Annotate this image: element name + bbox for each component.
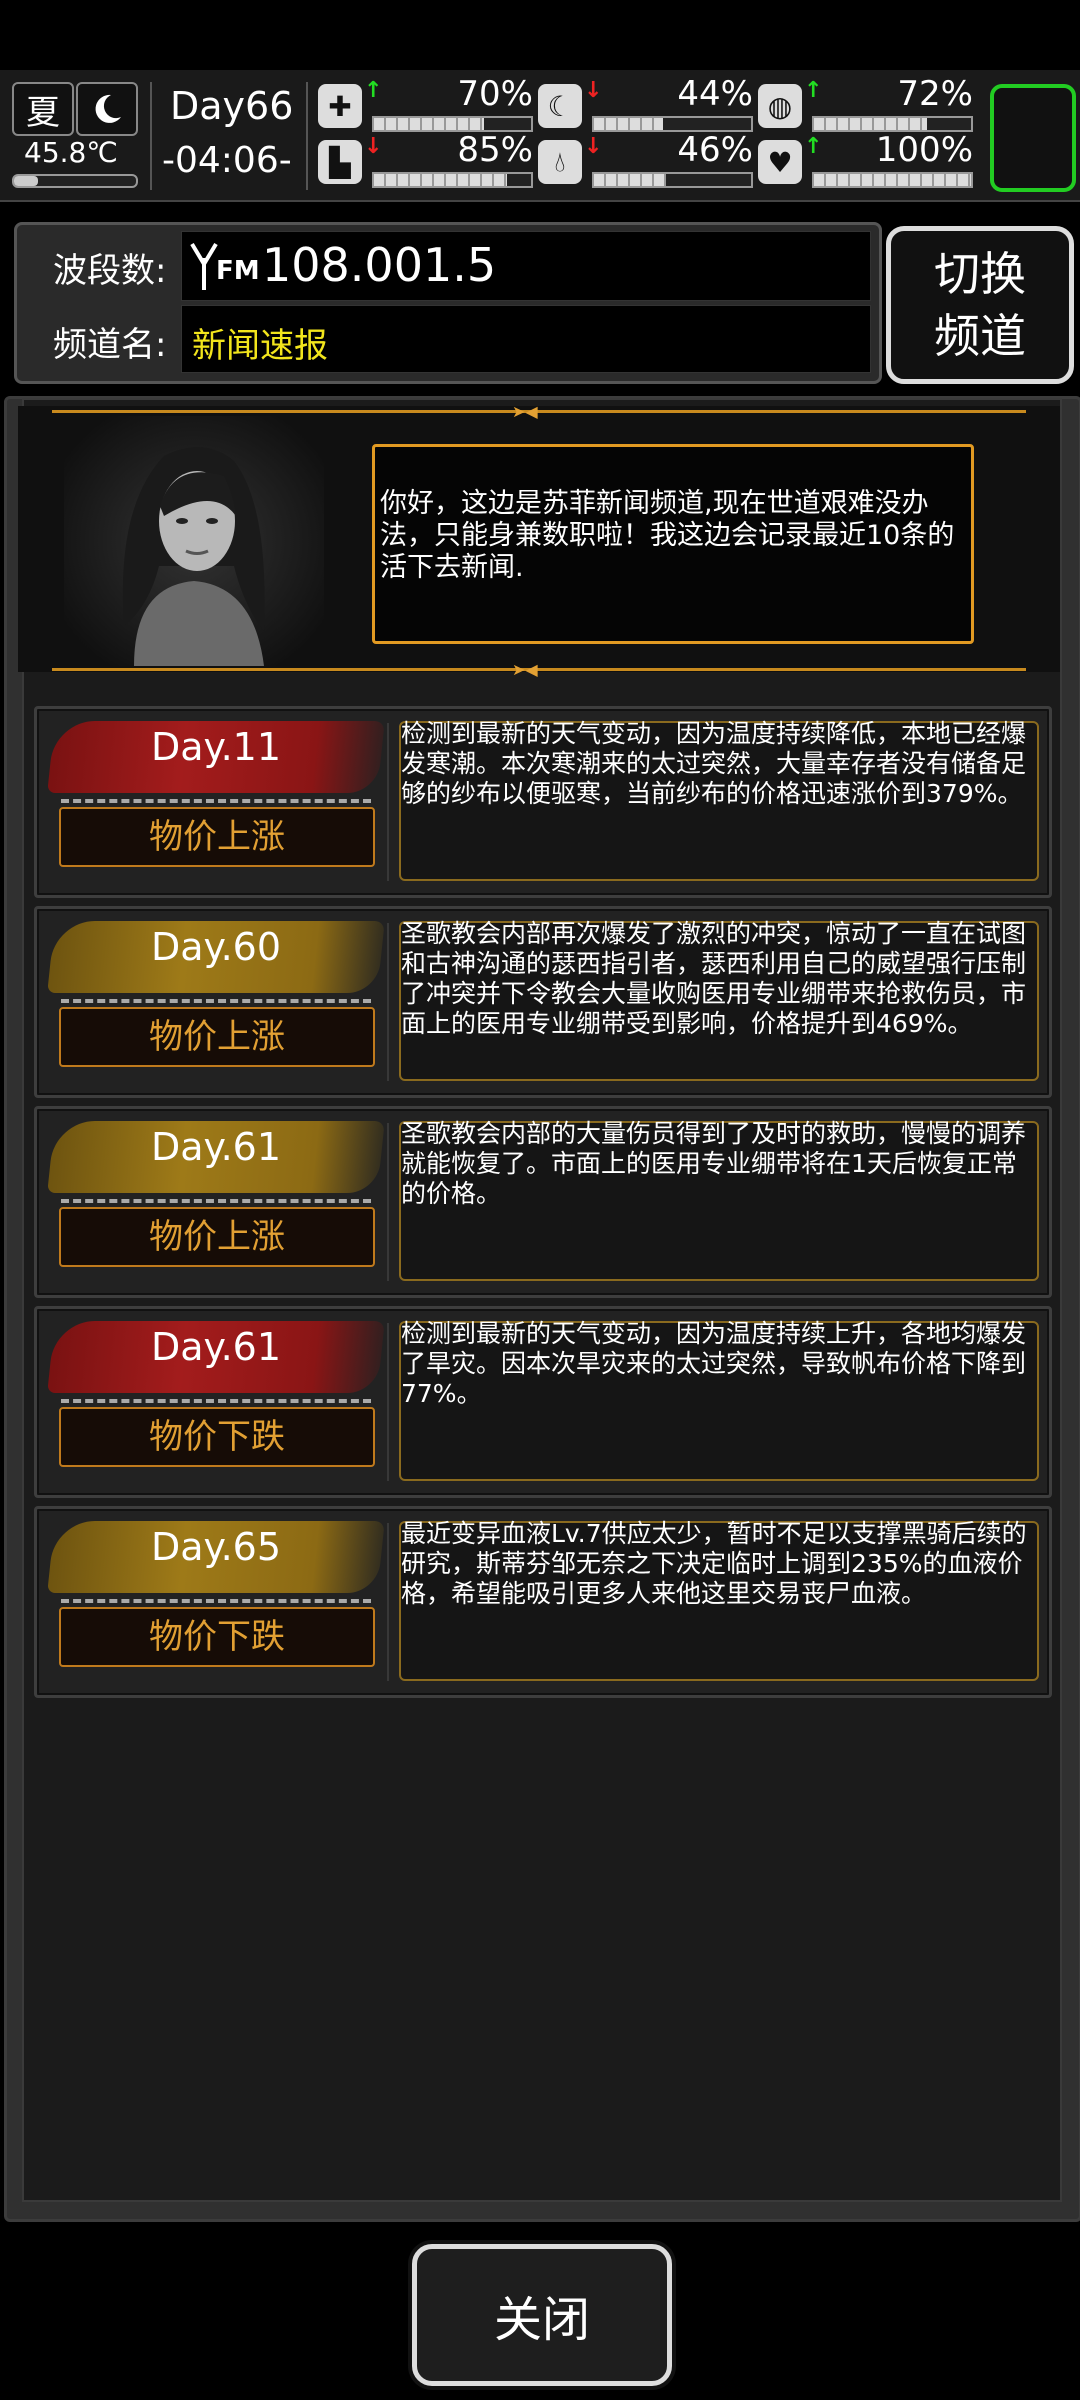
divider <box>150 82 152 190</box>
clock: -04:06- <box>162 140 292 181</box>
fm-label: FM <box>216 256 260 286</box>
ornament-arrows: ➤◀ <box>512 660 538 679</box>
trend-down-icon: ↓ <box>584 78 603 103</box>
divider <box>387 1523 389 1681</box>
divider <box>61 999 371 1003</box>
news-card: Day.65 物价下跌 最近变异血液Lv.7供应太少，暂时不足以支撑黑骑后续的研… <box>34 1506 1052 1698</box>
temperature: 45.8℃ <box>24 136 118 169</box>
news-text: 圣歌教会内部再次爆发了激烈的冲突，惊动了一直在试图和古神沟通的瑟西指引者，瑟西利… <box>401 919 1027 1038</box>
news-text: 圣歌教会内部的大量伤员得到了及时的救助，慢慢的调养就能恢复了。市面上的医用专业绷… <box>401 1119 1027 1208</box>
news-card: Day.11 物价上涨 检测到最新的天气变动，因为温度持续降低，本地已经爆发寒潮… <box>34 706 1052 898</box>
backpack-button[interactable] <box>990 84 1076 192</box>
season-label: 夏 <box>26 92 60 133</box>
divider <box>61 1599 371 1603</box>
thirst-stat: 💧︎ ↓ 46% <box>538 130 753 190</box>
host-intro-text: 你好，这边是苏菲新闻频道,现在世道艰难没办法，只能身兼数职啦！我这边会记录最近1… <box>380 488 955 583</box>
trend-up-icon: ↑ <box>364 78 383 103</box>
price-tag: 物价上涨 <box>59 807 375 867</box>
health-value: 70% <box>457 74 533 114</box>
price-tag: 物价上涨 <box>59 1207 375 1267</box>
health-stat: ✚ ↑ 70% <box>318 74 533 134</box>
price-tag: 物价上涨 <box>59 1007 375 1067</box>
band-label: 波段数: <box>53 251 167 291</box>
frequency-value: 108.001.5 <box>262 238 497 292</box>
divider <box>387 1323 389 1481</box>
news-text: 检测到最新的天气变动，因为温度持续上升，各地均爆发了旱灾。因本次旱灾来的太过突然… <box>401 1319 1027 1408</box>
mood-value: 100% <box>875 130 973 170</box>
news-text: 最近变异血液Lv.7供应太少，暂时不足以支撑黑骑后续的研究，斯蒂芬邹无奈之下决定… <box>401 1519 1027 1608</box>
stomach-icon: ☾ <box>538 84 582 128</box>
news-card: Day.61 物价上涨 圣歌教会内部的大量伤员得到了及时的救助，慢慢的调养就能恢… <box>34 1106 1052 1298</box>
ornament-arrows: ➤◀ <box>512 402 538 421</box>
ornament-line <box>52 410 1026 413</box>
news-card: Day.61 物价下跌 检测到最新的天气变动，因为温度持续上升，各地均爆发了旱灾… <box>34 1306 1052 1498</box>
divider <box>61 1199 371 1203</box>
heart-icon: ♥ <box>758 140 802 184</box>
spirit-stat: ◍ ↑ 72% <box>758 74 973 134</box>
close-label: 关闭 <box>493 2292 590 2348</box>
thirst-value: 46% <box>677 130 753 170</box>
channel-name: 新闻速报 <box>192 326 328 366</box>
ornament-line <box>52 668 1026 671</box>
boot-icon: ▙ <box>318 140 362 184</box>
spirit-icon: ◍ <box>758 84 802 128</box>
radio-panel: 波段数: FM 108.001.5 频道名: 新闻速报 <box>14 222 882 384</box>
switch-channel-button[interactable]: 切换 频道 <box>886 226 1074 384</box>
stamina-value: 85% <box>457 130 533 170</box>
mood-stat: ♥ ↑ 100% <box>758 130 973 190</box>
hunger-value: 44% <box>677 74 753 114</box>
channel-label: 频道名: <box>53 325 167 365</box>
price-tag: 物价下跌 <box>59 1607 375 1667</box>
switch-label-line1: 切换 <box>934 247 1026 301</box>
divider <box>61 1399 371 1403</box>
channel-field: 新闻速报 <box>181 305 871 373</box>
news-day: Day.61 <box>150 1125 282 1169</box>
switch-label-line2: 频道 <box>934 309 1026 363</box>
trend-down-icon: ↓ <box>584 134 603 159</box>
moon-icon <box>76 82 138 136</box>
host-portrait <box>64 416 324 666</box>
divider <box>387 723 389 881</box>
spirit-value: 72% <box>897 74 973 114</box>
price-tag: 物价下跌 <box>59 1407 375 1467</box>
news-card: Day.60 物价上涨 圣歌教会内部再次爆发了激烈的冲突，惊动了一直在试图和古神… <box>34 906 1052 1098</box>
temperature-bar <box>12 174 138 188</box>
divider <box>387 1123 389 1281</box>
trend-up-icon: ↑ <box>804 78 823 103</box>
hunger-stat: ☾ ↓ 44% <box>538 74 753 134</box>
medkit-icon: ✚ <box>318 84 362 128</box>
trend-down-icon: ↓ <box>364 134 383 159</box>
stamina-stat: ▙ ↓ 85% <box>318 130 533 190</box>
frequency-field: FM 108.001.5 <box>181 231 871 301</box>
status-bar: 夏 45.8℃ Day66 -04:06- ✚ ↑ 70% ☾ ↓ 44% ◍ … <box>0 70 1080 202</box>
news-day: Day.61 <box>150 1325 282 1369</box>
divider <box>61 799 371 803</box>
divider <box>306 82 308 190</box>
news-text: 检测到最新的天气变动，因为温度持续降低，本地已经爆发寒潮。本次寒潮来的太过突然，… <box>401 719 1027 808</box>
divider <box>387 923 389 1081</box>
news-day: Day.65 <box>150 1525 282 1569</box>
water-drop-icon: 💧︎ <box>538 140 582 184</box>
news-day: Day.11 <box>150 725 282 769</box>
day-counter: Day66 <box>170 84 294 128</box>
season-icon: 夏 <box>12 82 74 136</box>
news-day: Day.60 <box>150 925 282 969</box>
close-button[interactable]: 关闭 <box>412 2244 672 2386</box>
trend-up-icon: ↑ <box>804 134 823 159</box>
